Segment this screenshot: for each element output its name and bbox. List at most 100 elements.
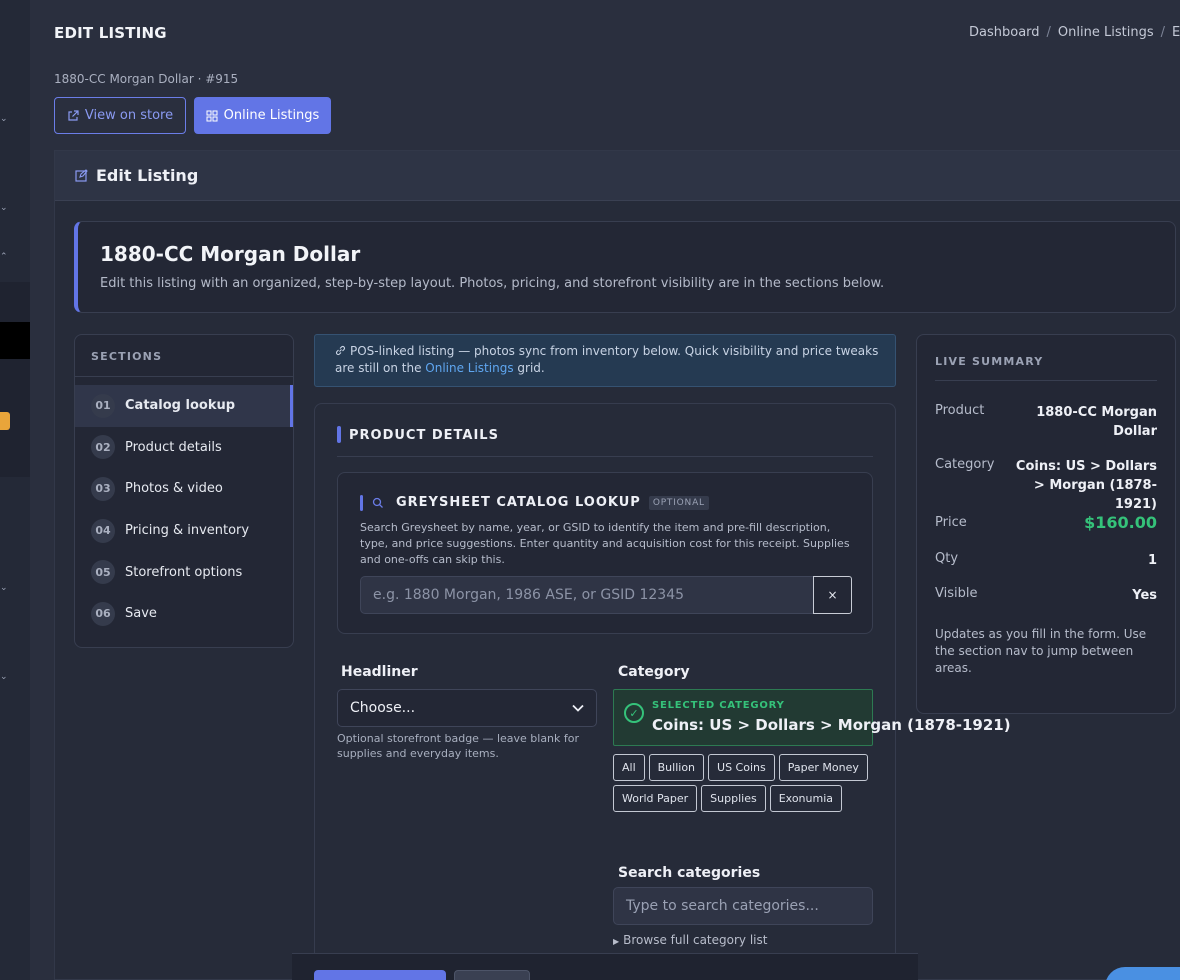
section-number: 06 <box>91 601 115 626</box>
cancel-button[interactable] <box>454 970 530 980</box>
section-number: 02 <box>91 435 115 460</box>
summary-row-price: Price $160.00 <box>935 513 1157 532</box>
greysheet-lookup: GREYSHEET CATALOG LOOKUP OPTIONAL Search… <box>337 472 873 634</box>
pos-linked-banner: POS-linked listing — photos sync from in… <box>314 334 896 387</box>
chevron-down-icon <box>572 704 584 712</box>
search-icon <box>372 497 383 508</box>
section-label: Storefront options <box>125 564 243 580</box>
browse-categories-toggle[interactable]: ▶ Browse full category list <box>613 933 767 947</box>
section-item-product-details[interactable]: 02 Product details <box>75 427 293 469</box>
search-categories-label: Search categories <box>618 865 761 881</box>
breadcrumb-online-listings[interactable]: Online Listings <box>1058 25 1154 40</box>
grid-icon <box>206 110 218 121</box>
sections-nav: SECTIONS 01 Catalog lookup 02 Product de… <box>74 334 294 648</box>
breadcrumb: Dashboard / Online Listings / E <box>969 25 1180 40</box>
chevron-down-icon[interactable]: ⌄ <box>0 114 8 124</box>
summary-row-product: Product 1880-CC Morgan Dollar <box>935 403 1157 441</box>
summary-value-visible: Yes <box>1132 588 1157 603</box>
summary-key: Category <box>935 457 995 472</box>
optional-badge: OPTIONAL <box>648 495 709 510</box>
summary-value-price: $160.00 <box>1084 513 1157 532</box>
search-categories-input[interactable]: Type to search categories... <box>613 887 873 925</box>
summary-key: Visible <box>935 586 978 601</box>
chevron-down-icon[interactable]: ⌄ <box>0 203 8 213</box>
summary-value-qty: 1 <box>1147 553 1157 568</box>
summary-value-product: 1880-CC Morgan Dollar <box>1036 405 1157 439</box>
headliner-value: Choose... <box>350 700 416 716</box>
category-pill-us-coins[interactable]: US Coins <box>708 754 775 781</box>
chevron-up-icon[interactable]: ⌃ <box>0 252 8 262</box>
card-header: Edit Listing <box>55 151 1180 201</box>
left-sidebar-rail: ⌄ ⌄ ⌃ ⌄ ⌄ <box>0 0 30 980</box>
headliner-help: Optional storefront badge — leave blank … <box>337 732 580 760</box>
category-pill-world-paper[interactable]: World Paper <box>613 785 698 812</box>
online-listings-label: Online Listings <box>223 108 320 123</box>
view-on-store-button[interactable]: View on store <box>54 97 186 134</box>
section-label: Product details <box>125 439 222 455</box>
headliner-label: Headliner <box>341 664 418 680</box>
section-item-storefront-options[interactable]: 05 Storefront options <box>75 551 293 593</box>
card-title: Edit Listing <box>96 166 199 185</box>
section-item-photos-video[interactable]: 03 Photos & video <box>75 468 293 510</box>
sidebar-active-item[interactable] <box>0 322 30 359</box>
triangle-right-icon: ▶ <box>613 937 620 946</box>
section-label: Save <box>125 606 157 622</box>
category-pill-supplies[interactable]: Supplies <box>701 785 766 812</box>
selected-category: ✓ SELECTED CATEGORY Coins: US > Dollars … <box>613 689 1011 746</box>
link-icon <box>335 345 346 356</box>
greysheet-title: GREYSHEET CATALOG LOOKUP <box>396 495 641 510</box>
greysheet-description: Search Greysheet by name, year, or GSID … <box>360 521 850 566</box>
banner-text-end: grid. <box>513 361 545 375</box>
breadcrumb-current: E <box>1171 25 1180 40</box>
check-circle-icon: ✓ <box>624 703 644 723</box>
greysheet-search-input[interactable]: e.g. 1880 Morgan, 1986 ASE, or GSID 1234… <box>360 576 814 614</box>
summary-key: Qty <box>935 551 959 566</box>
section-number: 03 <box>91 476 115 501</box>
breadcrumb-dashboard[interactable]: Dashboard <box>969 25 1040 40</box>
hero-title: 1880-CC Morgan Dollar <box>100 242 361 266</box>
listing-subtitle: 1880-CC Morgan Dollar · #915 <box>54 72 239 86</box>
browse-categories-label: Browse full category list <box>623 933 768 947</box>
listing-hero: 1880-CC Morgan Dollar Edit this listing … <box>74 221 1176 313</box>
save-button[interactable] <box>314 970 446 980</box>
summary-key: Price <box>935 515 967 530</box>
summary-row-visible: Visible Yes <box>935 586 1157 605</box>
chevron-down-icon[interactable]: ⌄ <box>0 583 8 593</box>
chevron-down-icon[interactable]: ⌄ <box>0 672 8 682</box>
view-on-store-label: View on store <box>84 108 174 123</box>
section-number: 05 <box>91 560 115 585</box>
section-item-save[interactable]: 06 Save <box>75 593 293 635</box>
section-label: Pricing & inventory <box>125 523 250 539</box>
section-number: 04 <box>91 518 115 543</box>
section-item-pricing-inventory[interactable]: 04 Pricing & inventory <box>75 510 293 552</box>
category-pill-paper-money[interactable]: Paper Money <box>778 754 868 781</box>
hero-description: Edit this listing with an organized, ste… <box>100 276 885 291</box>
category-pill-all[interactable]: All <box>613 754 645 781</box>
sticky-action-bar <box>292 953 918 980</box>
section-label: Photos & video <box>125 481 223 497</box>
category-pill-bullion[interactable]: Bullion <box>648 754 705 781</box>
selected-category-caption: SELECTED CATEGORY <box>652 700 785 711</box>
floating-action-button[interactable] <box>1105 967 1180 980</box>
section-item-catalog-lookup[interactable]: 01 Catalog lookup <box>75 385 293 427</box>
sections-heading: SECTIONS <box>75 335 293 377</box>
clear-search-button[interactable]: × <box>813 576 852 614</box>
summary-heading: LIVE SUMMARY <box>935 355 1157 381</box>
sidebar-badge <box>0 412 10 430</box>
selected-category-value: Coins: US > Dollars > Morgan (1878-1921) <box>652 716 1011 734</box>
edit-icon <box>75 169 88 182</box>
live-summary: LIVE SUMMARY Product 1880-CC Morgan Doll… <box>916 334 1176 714</box>
category-filter-pills: All Bullion US Coins Paper Money World P… <box>613 754 875 812</box>
section-number: 01 <box>91 393 115 418</box>
category-label: Category <box>618 664 690 680</box>
online-listings-button[interactable]: Online Listings <box>194 97 331 134</box>
summary-row-category: Category Coins: US > Dollars > Morgan (1… <box>935 457 1157 514</box>
summary-key: Product <box>935 403 985 418</box>
banner-text: POS-linked listing — photos sync from in… <box>335 344 879 375</box>
headliner-select[interactable]: Choose... <box>337 689 597 727</box>
category-pill-exonumia[interactable]: Exonumia <box>769 785 843 812</box>
product-details-title: PRODUCT DETAILS <box>349 428 499 443</box>
external-link-icon <box>68 109 79 121</box>
banner-online-listings-link[interactable]: Online Listings <box>425 361 513 375</box>
product-details-heading: PRODUCT DETAILS <box>337 426 873 457</box>
